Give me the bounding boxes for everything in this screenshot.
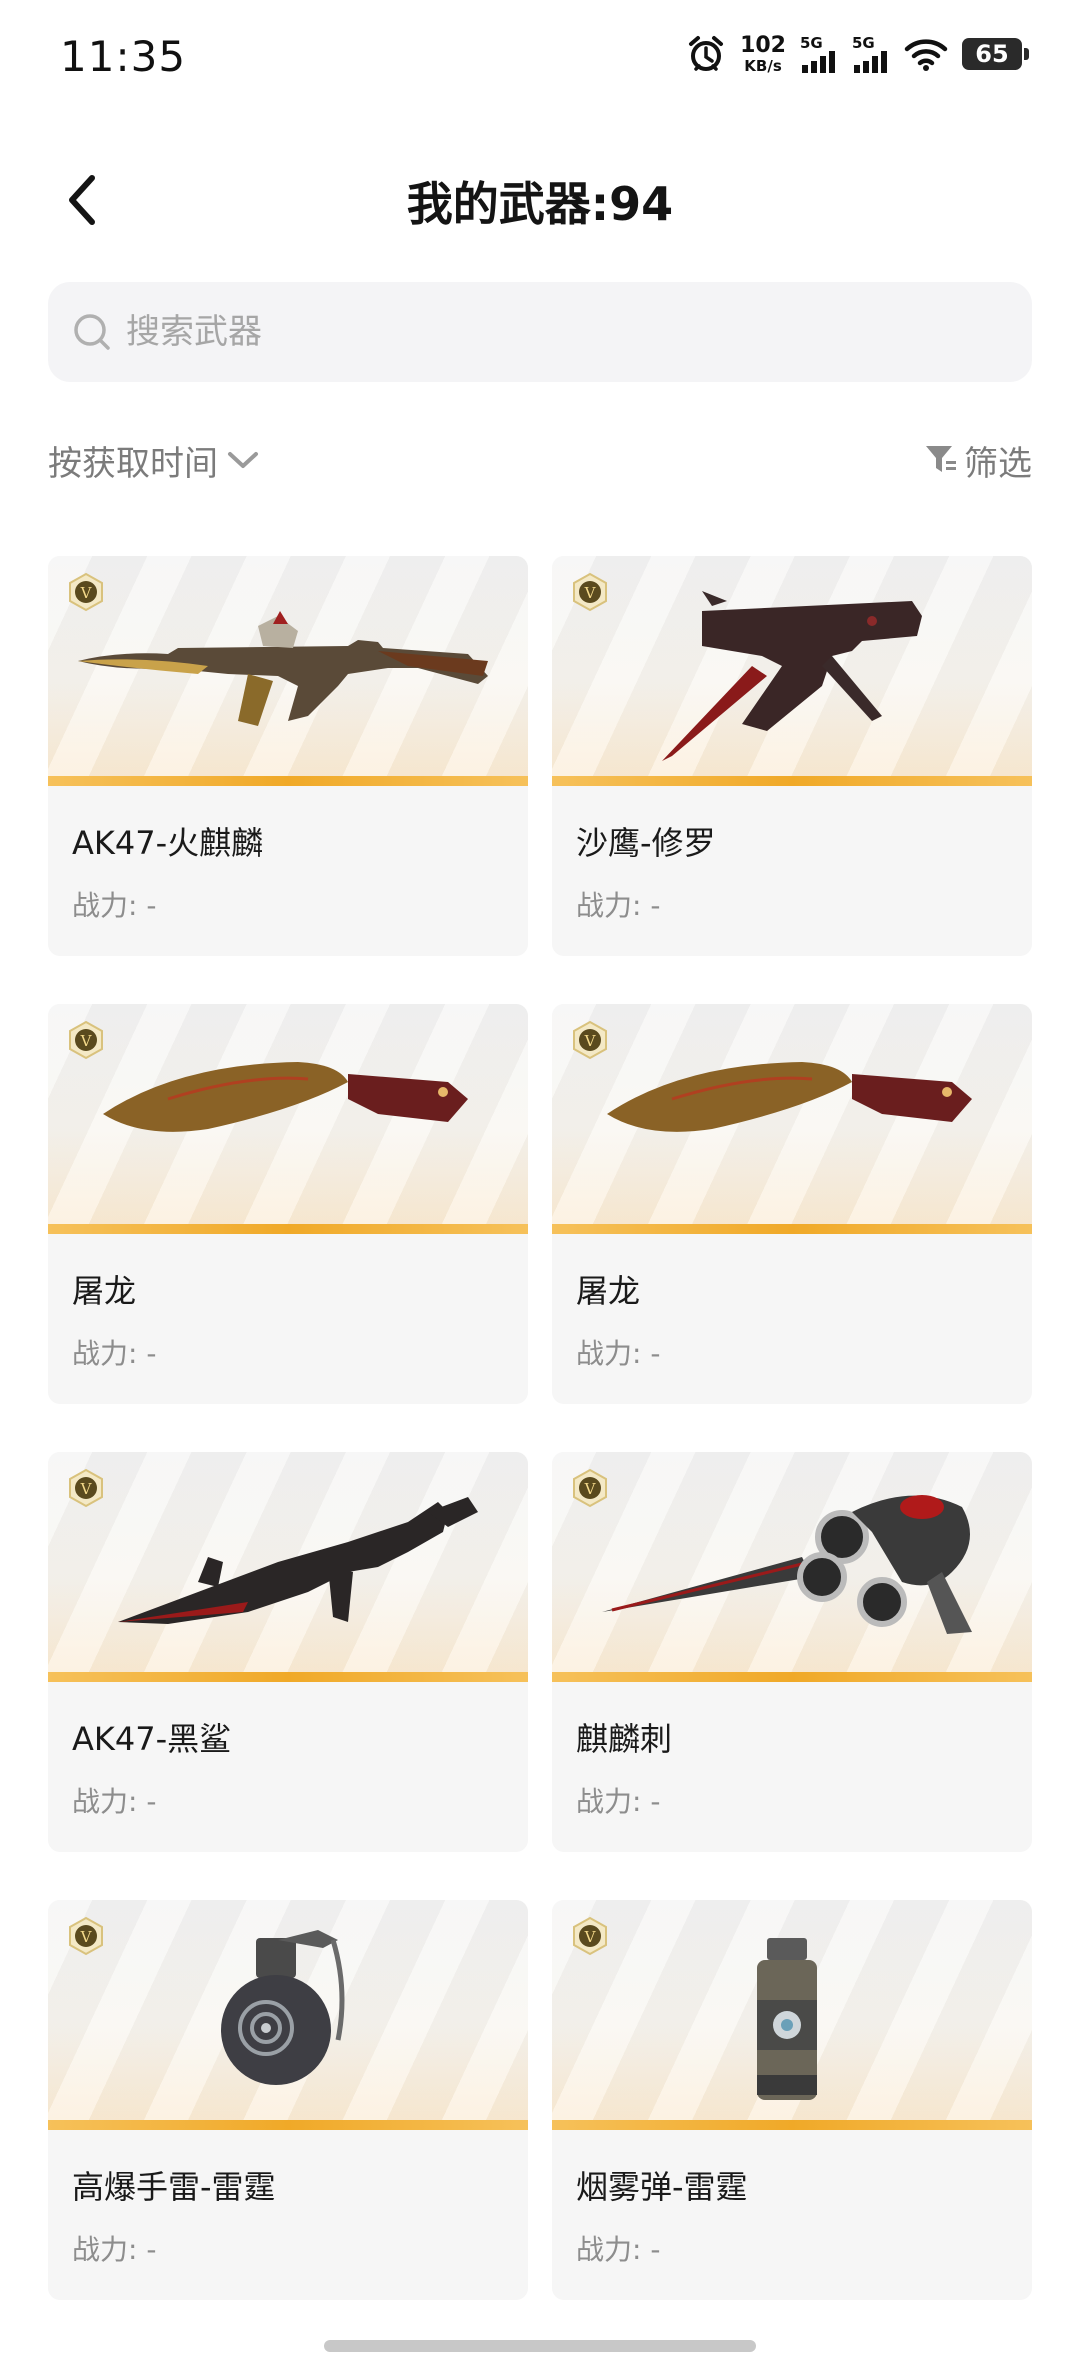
weapon-image: V <box>552 1452 1032 1682</box>
signal-1-label: 5G <box>800 33 823 52</box>
status-bar: 11:35 102 KB/s 5G 5G 65 <box>0 0 1080 120</box>
knife-icon <box>103 1062 468 1132</box>
weapon-power: 战力: - <box>576 889 661 922</box>
weapon-name: AK47-黑鲨 <box>72 1720 232 1758</box>
weapon-power: 战力: - <box>72 889 157 922</box>
weapon-card[interactable]: V 高爆手雷-雷霆 战力: - <box>48 1900 528 2300</box>
sort-dropdown[interactable]: 按获取时间 <box>48 436 260 485</box>
home-indicator[interactable] <box>324 2340 756 2352</box>
alarm-icon <box>689 36 724 71</box>
network-speed-value: 102 <box>740 32 786 58</box>
status-time: 11:35 <box>60 32 187 81</box>
weapon-card[interactable]: V 麒麟刺 战力: - <box>552 1452 1032 1852</box>
signal-2: 5G <box>852 33 890 73</box>
rarity-bar <box>552 1224 1032 1234</box>
filter-icon <box>926 446 956 472</box>
rifle-icon <box>78 611 488 726</box>
status-icons: 102 KB/s 5G 5G 65 <box>686 32 1029 75</box>
grenade-icon <box>221 1930 345 2085</box>
weapon-power: 战力: - <box>72 1785 157 1818</box>
filter-label: 筛选 <box>964 443 1032 484</box>
weapon-name: 沙鹰-修罗 <box>576 824 716 862</box>
signal-icon <box>802 50 835 73</box>
signal-1: 5G <box>800 33 838 73</box>
rarity-bar <box>48 776 528 786</box>
chevron-down-icon <box>228 452 258 468</box>
weapon-name: 屠龙 <box>72 1272 137 1310</box>
weapon-name: 麒麟刺 <box>576 1720 673 1758</box>
filter-button[interactable]: 筛选 <box>924 436 1032 485</box>
rarity-bar <box>552 2120 1032 2130</box>
weapon-image: V <box>48 1004 528 1234</box>
battery-icon: 65 <box>962 38 1029 70</box>
rifle-icon <box>118 1497 478 1624</box>
weapon-image: V <box>552 1004 1032 1234</box>
search-input[interactable] <box>124 311 1008 353</box>
pistol-icon <box>662 591 922 761</box>
weapon-image: V <box>48 1900 528 2130</box>
weapon-name: AK47-火麒麟 <box>72 824 264 862</box>
rarity-bar <box>552 776 1032 786</box>
weapon-image: V <box>552 1900 1032 2130</box>
weapon-image: V <box>48 1452 528 1682</box>
wifi-icon <box>904 39 948 71</box>
weapon-power: 战力: - <box>576 1785 661 1818</box>
sort-filter-row: 按获取时间 筛选 <box>48 430 1032 490</box>
weapon-name: 屠龙 <box>576 1272 641 1310</box>
weapon-card[interactable]: V 烟雾弹-雷霆 战力: - <box>552 1900 1032 2300</box>
weapon-name: 烟雾弹-雷霆 <box>576 2168 748 2206</box>
weapon-power: 战力: - <box>72 1337 157 1370</box>
network-speed-unit: KB/s <box>744 56 782 75</box>
weapon-card[interactable]: V AK47-黑鲨 战力: - <box>48 1452 528 1852</box>
weapon-power: 战力: - <box>576 1337 661 1370</box>
search-icon <box>74 314 110 350</box>
smoke-grenade-icon <box>757 1938 817 2100</box>
weapon-name: 高爆手雷-雷霆 <box>72 2168 276 2206</box>
weapon-image: V <box>48 556 528 786</box>
search-box[interactable] <box>48 282 1032 382</box>
weapon-image: V <box>552 556 1032 786</box>
weapon-power: 战力: - <box>72 2233 157 2266</box>
weapon-power: 战力: - <box>576 2233 661 2266</box>
rarity-bar <box>48 1672 528 1682</box>
network-speed: 102 KB/s <box>740 32 786 75</box>
rarity-bar <box>48 1224 528 1234</box>
page-title: 我的武器:94 <box>406 177 674 231</box>
signal-icon <box>854 50 887 73</box>
weapon-card[interactable]: V AK47-火麒麟 战力: - <box>48 556 528 956</box>
weapon-card[interactable]: V 沙鹰-修罗 战力: - <box>552 556 1032 956</box>
knife-icon <box>607 1062 972 1132</box>
sort-label: 按获取时间 <box>48 443 218 484</box>
knuckle-dagger-icon <box>602 1495 972 1634</box>
weapon-grid: V AK47-火麒麟 战力: - V 沙鹰-修罗 战力: - V 屠龙 战力: … <box>48 556 1032 2300</box>
weapon-card[interactable]: V 屠龙 战力: - <box>48 1004 528 1404</box>
weapon-card[interactable]: V 屠龙 战力: - <box>552 1004 1032 1404</box>
rarity-bar <box>48 2120 528 2130</box>
signal-2-label: 5G <box>852 33 875 52</box>
rarity-bar <box>552 1672 1032 1682</box>
